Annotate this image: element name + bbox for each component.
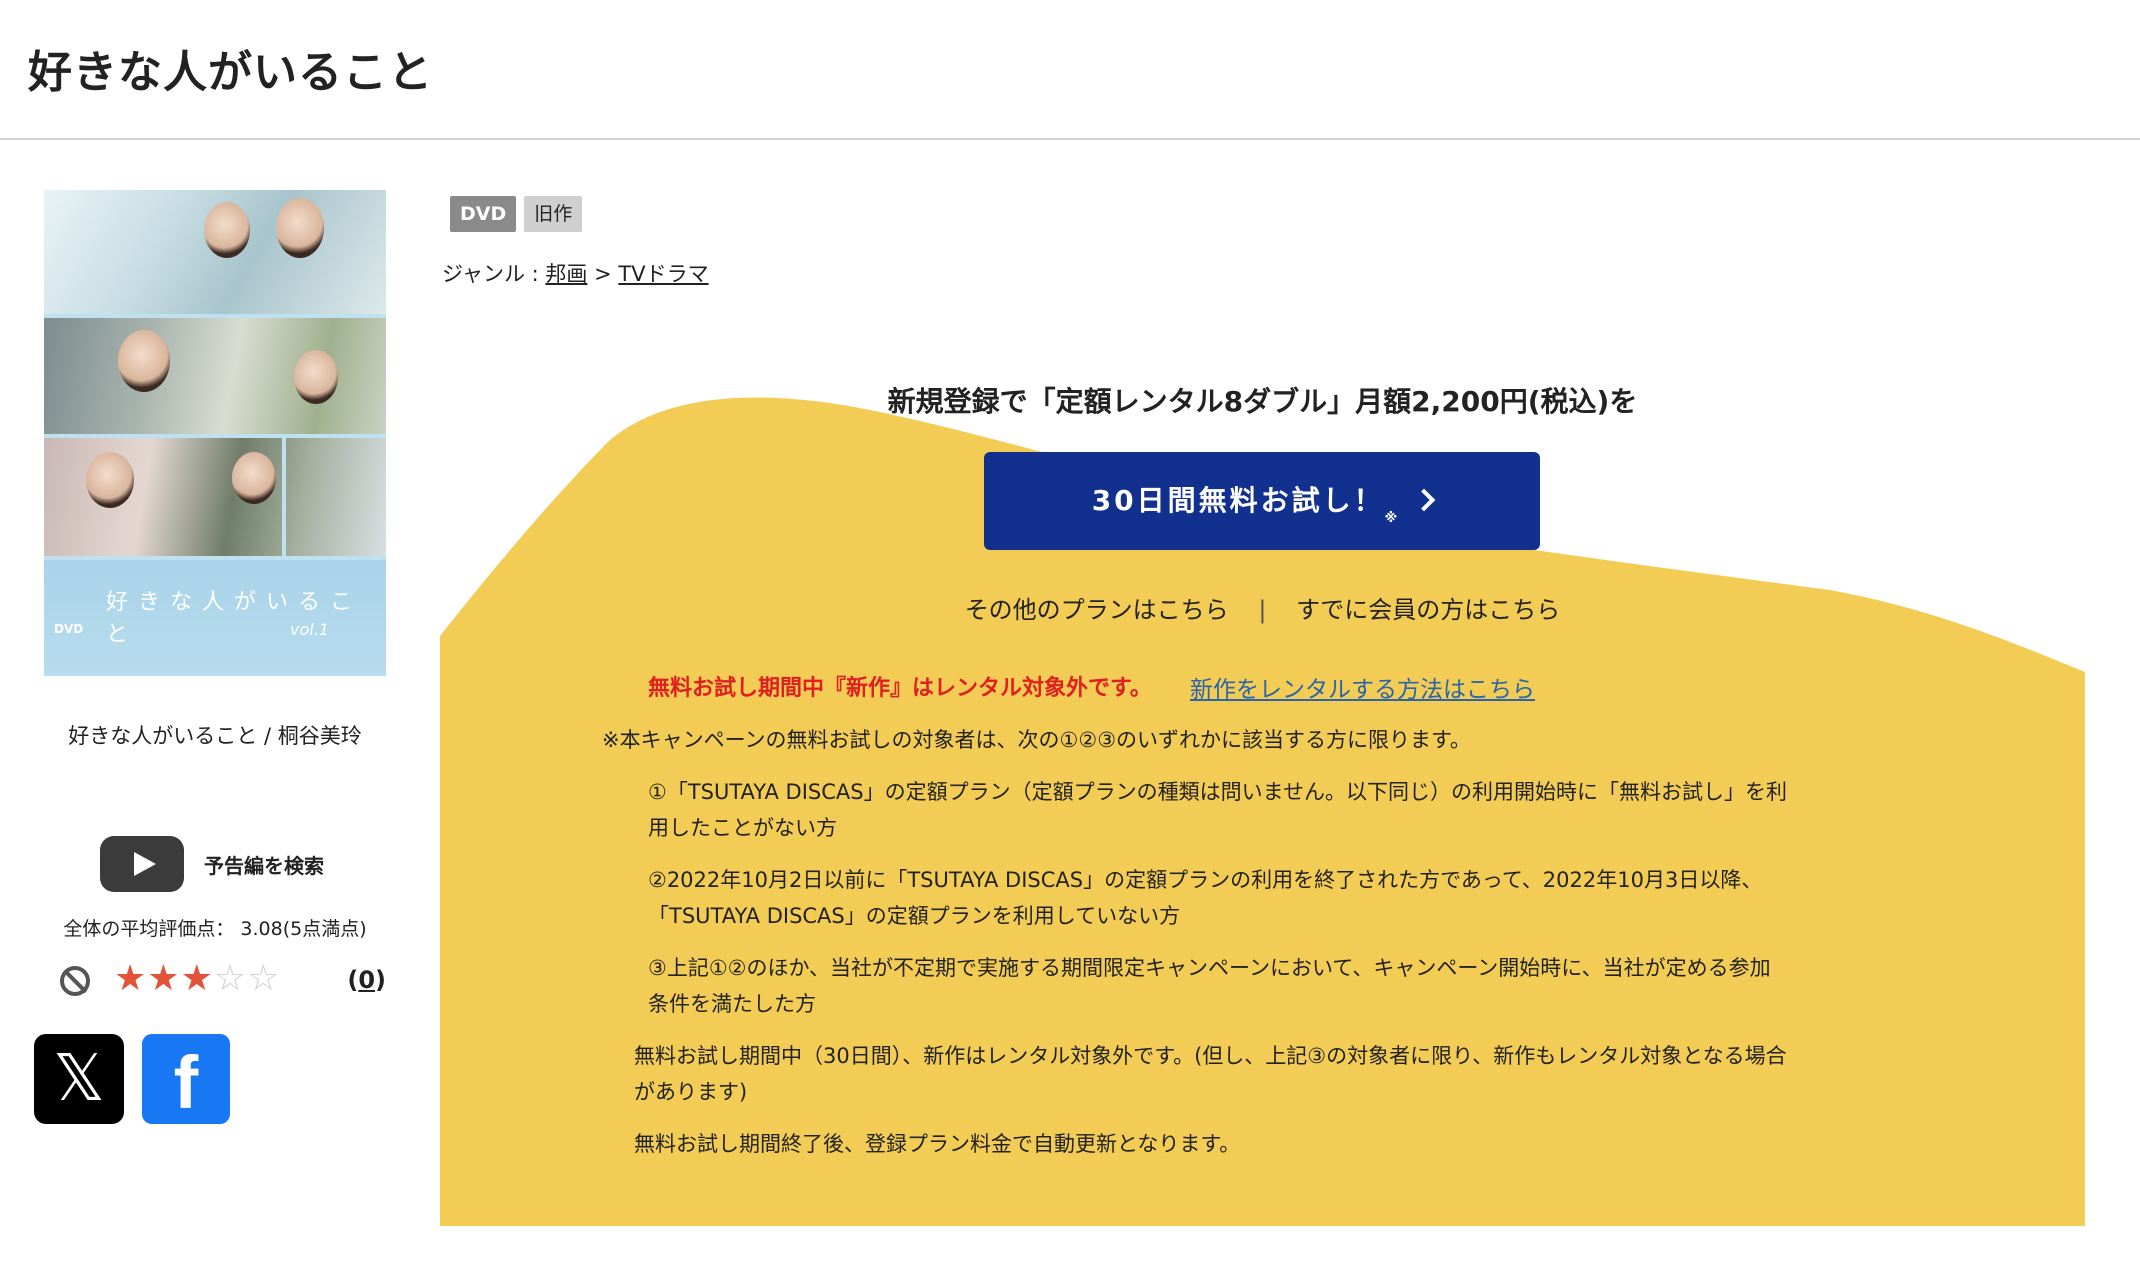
- page-title: 好きな人がいること: [28, 47, 433, 98]
- cover-face: [118, 330, 170, 392]
- cover-divider: [282, 438, 286, 556]
- dvd-badge: DVD: [450, 196, 517, 232]
- condition-2-line-2: 「TSUTAYA DISCAS」の定額プランを利用していない方: [648, 904, 1181, 928]
- dvd-cover-image[interactable]: 好きな人がいること DVD vol.1: [44, 190, 386, 676]
- condition-1-line-2: 用したことがない方: [648, 816, 837, 840]
- other-plans-link[interactable]: その他のプランはこちら: [965, 596, 1229, 624]
- trailer-search-button[interactable]: 予告編を検索: [100, 836, 324, 892]
- genre-link-hougaku[interactable]: 邦画: [545, 262, 587, 286]
- campaign-eligibility-note: ※本キャンペーンの無料お試しの対象者は、次の①②③のいずれかに該当する方に限りま…: [602, 728, 1471, 752]
- plan-links-divider: |: [1258, 596, 1267, 624]
- trailer-search-label: 予告編を検索: [204, 853, 324, 878]
- cover-face: [86, 452, 134, 508]
- cover-face: [232, 452, 276, 504]
- trial-period-note-line-1: 無料お試し期間中（30日間）、新作はレンタル対象外です。(但し、上記③の対象者に…: [634, 1044, 1787, 1068]
- auto-renew-note: 無料お試し期間終了後、登録プラン料金で自動更新となります。: [634, 1132, 1241, 1156]
- cover-face: [204, 202, 250, 258]
- average-rating-text: 全体の平均評価点： 3.08(5点満点): [63, 918, 367, 940]
- condition-2-line-1: ②2022年10月2日以前に「TSUTAYA DISCAS」の定額プランの利用を…: [648, 868, 1763, 892]
- star-full-icon: ★: [147, 958, 181, 999]
- page-header: 好きな人がいること: [0, 0, 2140, 140]
- plan-links: その他のプランはこちら | すでに会員の方はこちら: [440, 590, 2085, 625]
- free-trial-promo: 新規登録で「定額レンタル8ダブル」月額2,200円(税込)を 30日間無料お試し…: [440, 380, 2085, 1226]
- review-count-value: 0: [358, 966, 376, 994]
- new-release-rental-link[interactable]: 新作をレンタルする方法はこちら: [1190, 670, 1535, 704]
- free-trial-button[interactable]: 30日間無料お試し！※: [984, 452, 1540, 550]
- promo-heading: 新規登録で「定額レンタル8ダブル」月額2,200円(税込)を: [887, 385, 1638, 418]
- format-badges: DVD 旧作: [450, 196, 590, 232]
- youtube-play-icon: [100, 836, 184, 892]
- member-login-link[interactable]: すでに会員の方はこちら: [1296, 596, 1560, 624]
- star-full-icon: ★: [114, 958, 148, 999]
- genre-breadcrumb: ジャンル : 邦画 > TVドラマ: [442, 258, 709, 288]
- star-empty-icon: ☆: [247, 958, 281, 999]
- rating-row: ★★★☆☆ (0): [56, 958, 386, 1002]
- x-logo-icon[interactable]: 𝕏: [34, 1034, 124, 1124]
- facebook-logo-icon[interactable]: f: [142, 1034, 230, 1124]
- chevron-right-icon: [1412, 488, 1436, 512]
- star-full-icon: ★: [180, 958, 214, 999]
- trial-period-note-line-2: があります): [634, 1080, 748, 1104]
- review-count-link[interactable]: (0): [347, 966, 386, 994]
- page: 好きな人がいること 好きな人がいること DVD vol.1 好きな人がいること …: [0, 0, 2140, 1266]
- star-empty-icon: ☆: [213, 958, 248, 999]
- breadcrumb-separator: >: [594, 262, 612, 286]
- genre-label: ジャンル :: [442, 262, 539, 286]
- condition-3-line-1: ③上記①②のほか、当社が不定期で実施する期間限定キャンペーンにおいて、キャンペー…: [648, 956, 1771, 980]
- old-release-badge: 旧作: [524, 196, 583, 232]
- cover-face: [294, 350, 338, 404]
- free-trial-note-mark: ※: [1384, 511, 1401, 526]
- cover-dvd-logo: DVD: [54, 622, 84, 636]
- genre-link-tvdrama[interactable]: TVドラマ: [618, 262, 708, 286]
- condition-1-line-1: ①「TSUTAYA DISCAS」の定額プラン（定額プランの種類は問いません。以…: [648, 780, 1787, 804]
- new-release-notice: 無料お試し期間中『新作』はレンタル対象外です。: [648, 676, 1152, 701]
- cover-title-text: 好きな人がいること: [106, 590, 363, 647]
- cover-face: [276, 198, 324, 258]
- product-caption: 好きな人がいること / 桐谷美玲: [68, 724, 362, 748]
- star-rating: ★★★☆☆: [114, 958, 280, 999]
- prohibited-icon[interactable]: [60, 966, 90, 996]
- condition-3-line-2: 条件を満たした方: [648, 992, 816, 1016]
- cover-vol-text: vol.1: [290, 620, 329, 639]
- free-trial-button-label: 30日間無料お試し！: [1091, 484, 1385, 517]
